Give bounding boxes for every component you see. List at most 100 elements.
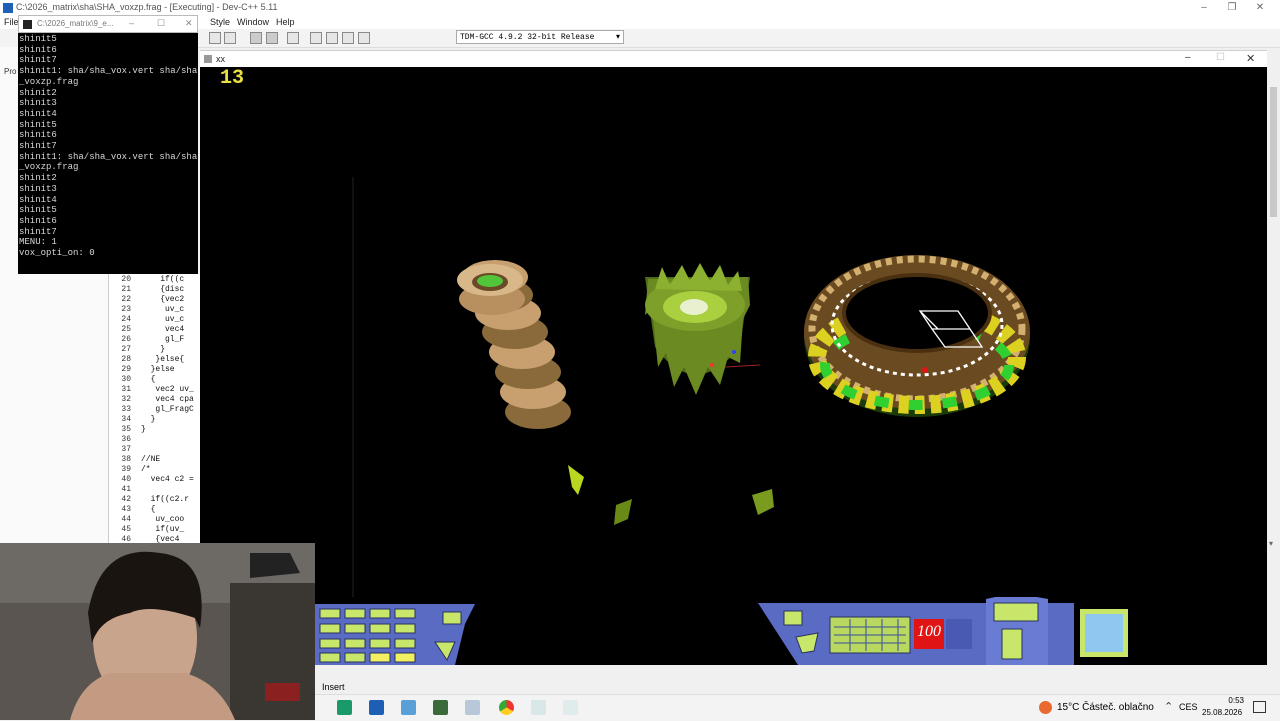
code-line[interactable]: 38 //NE [109, 455, 201, 465]
code-line[interactable]: 33 gl_FragC [109, 405, 201, 415]
code-line[interactable]: 20 if((c [109, 275, 201, 285]
tile-icon[interactable] [342, 32, 354, 44]
close-icon[interactable]: ✕ [1246, 0, 1274, 16]
code-editor[interactable]: 20 if((c 21 {disc 22 {vec2 23 uv_c 24 uv_c 25… [108, 274, 201, 546]
code-line[interactable]: 27 } [109, 345, 201, 355]
code-line[interactable]: 24 uv_c [109, 315, 201, 325]
window-app-icon[interactable] [531, 700, 546, 715]
line-number: 30 [121, 375, 131, 384]
toolbar-button[interactable] [209, 32, 221, 44]
code-line[interactable]: 32 vec4 cpa [109, 395, 201, 405]
menu-window[interactable]: Window [237, 17, 269, 27]
code-text: } [141, 345, 166, 354]
code-line[interactable]: 29 }else [109, 365, 201, 375]
ide-status-bar: Insert [315, 680, 1280, 694]
insert-mode-label: Insert [322, 682, 345, 692]
menu-style[interactable]: Style [210, 17, 230, 27]
code-line[interactable]: 35} [109, 425, 201, 435]
close-icon[interactable]: ✕ [1246, 52, 1255, 65]
grid-icon[interactable] [310, 32, 322, 44]
minimize-icon[interactable]: – [129, 18, 134, 28]
hud-right-panel [758, 597, 1128, 665]
chrome-icon[interactable] [499, 700, 514, 715]
code-line[interactable]: 36 [109, 435, 201, 445]
console-line: shinit1: sha/sha_vox.vert sha/sha [19, 66, 198, 77]
game-viewport[interactable]: 13 100 [200, 67, 1267, 665]
code-line[interactable]: 42 if((c2.r [109, 495, 201, 505]
close-icon[interactable]: ✕ [185, 18, 193, 29]
code-line[interactable]: 23 uv_c [109, 305, 201, 315]
weather-text[interactable]: 15°C Částeč. oblačno [1057, 702, 1154, 713]
app-icon[interactable] [465, 700, 480, 715]
maximize-icon[interactable]: ☐ [1216, 52, 1225, 63]
console-line: shinit2 [19, 173, 57, 184]
line-number: 33 [121, 405, 131, 414]
menu-help[interactable]: Help [276, 17, 295, 27]
menu-file[interactable]: File [4, 17, 19, 27]
code-line[interactable]: 21 {disc [109, 285, 201, 295]
code-line[interactable]: 25 vec4 [109, 325, 201, 335]
forward-icon[interactable] [266, 32, 278, 44]
app-icon[interactable] [433, 700, 448, 715]
code-line[interactable]: 34 } [109, 415, 201, 425]
back-icon[interactable] [250, 32, 262, 44]
code-text: {vec2 [141, 295, 185, 304]
project-tab[interactable]: Pro [4, 67, 16, 76]
code-line[interactable]: 43 { [109, 505, 201, 515]
minimize-icon[interactable]: – [1185, 52, 1191, 63]
line-number: 32 [121, 395, 131, 404]
game-window-icon [204, 55, 212, 63]
console-line: shinit6 [19, 215, 57, 226]
code-line[interactable]: 37 [109, 445, 201, 455]
compiler-select-value: TDM-GCC 4.9.2 32-bit Release [460, 33, 595, 42]
console-line: shinit3 [19, 183, 57, 194]
devcpp-taskbar-icon[interactable] [369, 700, 384, 715]
code-line[interactable]: 22 {vec2 [109, 295, 201, 305]
clock-time[interactable]: 0:53 [1218, 696, 1244, 705]
line-number: 43 [121, 505, 131, 514]
line-number: 45 [121, 525, 131, 534]
notification-icon[interactable] [1253, 701, 1266, 713]
chevron-up-icon[interactable]: ⌃ [1164, 700, 1173, 713]
webcam-overlay [0, 543, 315, 720]
code-line[interactable]: 30 { [109, 375, 201, 385]
console-line: shinit2 [19, 87, 57, 98]
store-app-icon[interactable] [337, 700, 352, 715]
bookmark-icon[interactable] [287, 32, 299, 44]
line-number: 22 [121, 295, 131, 304]
weather-icon[interactable] [1039, 701, 1052, 714]
code-text: vec4 c2 = [141, 475, 194, 484]
restore-icon[interactable]: ❐ [1218, 0, 1246, 16]
code-line[interactable]: 40 vec4 c2 = [109, 475, 201, 485]
editor-scrollbar[interactable]: ▾ [1267, 67, 1280, 548]
window-app-icon[interactable] [563, 700, 578, 715]
code-line[interactable]: 41 [109, 485, 201, 495]
line-number: 23 [121, 305, 131, 314]
line-number: 38 [121, 455, 131, 464]
line-number: 34 [121, 415, 131, 424]
language-indicator[interactable]: CES [1179, 702, 1198, 712]
line-number: 20 [121, 275, 131, 284]
code-line[interactable]: 28 }else{ [109, 355, 201, 365]
window-icon[interactable] [326, 32, 338, 44]
clock-date[interactable]: 25.08.2026 [1202, 708, 1242, 717]
code-line[interactable]: 31 vec2 uv_ [109, 385, 201, 395]
file-explorer-icon[interactable] [401, 700, 416, 715]
line-number: 42 [121, 495, 131, 504]
line-number: 28 [121, 355, 131, 364]
code-line[interactable]: 39 /* [109, 465, 201, 475]
chevron-down-icon[interactable]: ▾ [1269, 539, 1273, 548]
code-text: gl_FragC [141, 405, 194, 414]
scrollbar-thumb[interactable] [1270, 87, 1277, 217]
compiler-select[interactable]: TDM-GCC 4.9.2 32-bit Release ▾ [456, 30, 624, 44]
code-text: //NE [141, 455, 161, 464]
line-number: 39 [121, 465, 131, 474]
cascade-icon[interactable] [358, 32, 370, 44]
code-line[interactable]: 45 if(uv_ [109, 525, 201, 535]
toolbar-button[interactable] [224, 32, 236, 44]
code-line[interactable]: 26 gl_F [109, 335, 201, 345]
code-line[interactable]: 44 uv_coo [109, 515, 201, 525]
line-number: 29 [121, 365, 131, 374]
minimize-icon[interactable]: – [1190, 0, 1218, 16]
restore-icon[interactable]: ☐ [157, 18, 165, 29]
